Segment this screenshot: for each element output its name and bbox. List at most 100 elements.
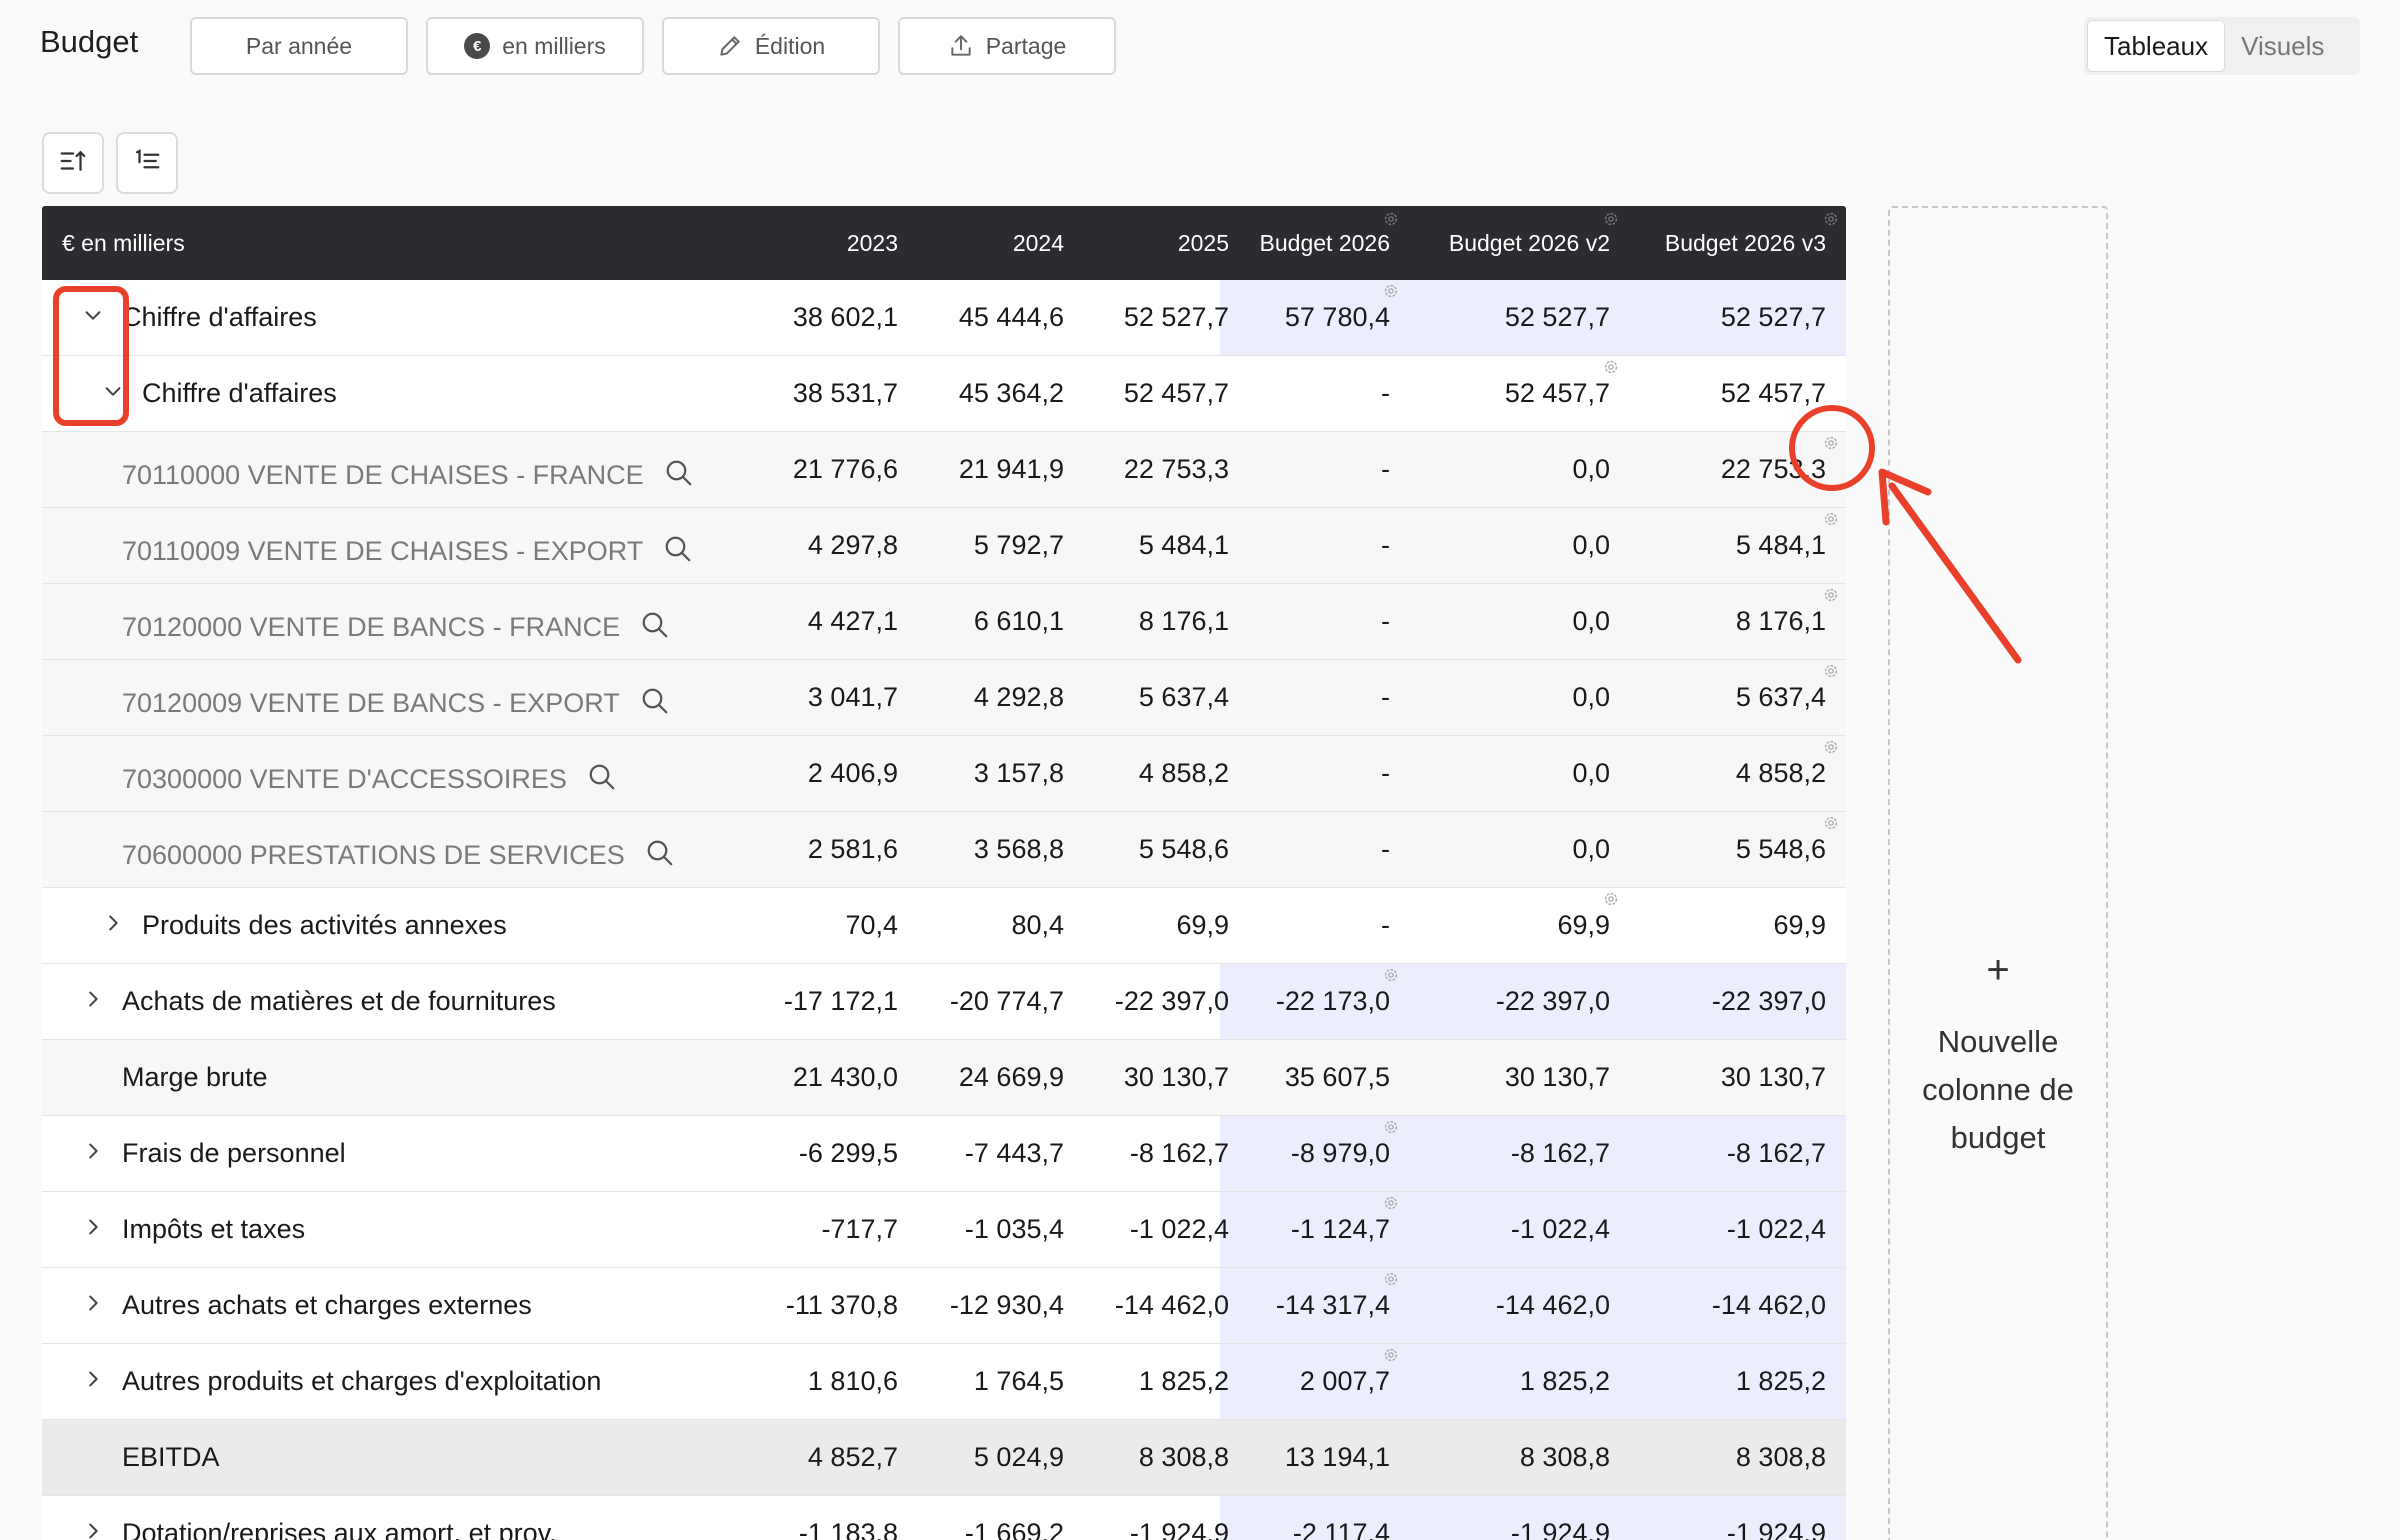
gear-icon[interactable] <box>1602 358 1620 376</box>
tab-visuals[interactable]: Visuels <box>2225 20 2340 72</box>
column-header-2025[interactable]: 2025 <box>1178 230 1229 257</box>
gear-icon[interactable] <box>1382 1194 1400 1212</box>
share-button[interactable]: Partage <box>898 17 1116 75</box>
chevron-right-icon[interactable] <box>78 1288 108 1318</box>
table-cell[interactable]: 5 637,4 <box>1736 682 1826 713</box>
search-icon[interactable] <box>640 610 670 647</box>
gear-icon[interactable] <box>1382 210 1400 228</box>
table-cell[interactable]: 52 527,7 <box>1721 302 1826 333</box>
gear-icon[interactable] <box>1602 210 1620 228</box>
table-cell[interactable]: 5 484,1 <box>1736 530 1826 561</box>
table-cell[interactable]: 0,0 <box>1572 454 1610 485</box>
gear-icon[interactable] <box>1822 434 1840 452</box>
table-cell[interactable]: 0,0 <box>1572 758 1610 789</box>
table-row[interactable]: Produits des activités annexes 70,4 80,4 69… <box>42 888 1846 964</box>
table-row[interactable]: Chiffre d'affaires 38 602,1 45 444,6 52 527… <box>42 280 1846 356</box>
column-header-budget-2026-v3[interactable]: Budget 2026 v3 <box>1665 230 1826 257</box>
table-cell[interactable]: 4 858,2 <box>1736 758 1826 789</box>
table-cell[interactable]: 1 825,2 <box>1736 1366 1826 1397</box>
table-cell[interactable]: -1 022,4 <box>1511 1214 1610 1245</box>
table-cell[interactable]: 30 130,7 <box>1721 1062 1826 1093</box>
table-cell[interactable]: -1 022,4 <box>1727 1214 1826 1245</box>
gear-icon[interactable] <box>1822 210 1840 228</box>
table-cell[interactable]: 52 457,7 <box>1505 378 1610 409</box>
table-cell[interactable]: 2 007,7 <box>1300 1366 1390 1397</box>
tab-tables[interactable]: Tableaux <box>2087 20 2226 72</box>
table-cell[interactable]: -14 462,0 <box>1712 1290 1826 1321</box>
search-icon[interactable] <box>663 534 693 571</box>
table-cell[interactable]: - <box>1381 910 1390 941</box>
sort-numbered-button[interactable] <box>116 132 178 194</box>
table-cell[interactable]: - <box>1381 454 1390 485</box>
table-cell[interactable]: 69,9 <box>1773 910 1826 941</box>
table-cell[interactable]: -22 397,0 <box>1712 986 1826 1017</box>
gear-icon[interactable] <box>1822 510 1840 528</box>
table-row[interactable]: Autres produits et charges d'exploitatio… <box>42 1344 1846 1420</box>
table-cell[interactable]: -1 924,9 <box>1511 1518 1610 1540</box>
table-cell[interactable]: 57 780,4 <box>1285 302 1390 333</box>
table-cell[interactable]: -8 162,7 <box>1511 1138 1610 1169</box>
search-icon[interactable] <box>587 762 617 799</box>
table-cell[interactable]: 8 176,1 <box>1736 606 1826 637</box>
new-budget-column-button[interactable]: + Nouvelle colonne de budget <box>1888 206 2108 1540</box>
table-cell[interactable]: 52 457,7 <box>1721 378 1826 409</box>
table-cell[interactable]: 0,0 <box>1572 682 1610 713</box>
table-row[interactable]: Frais de personnel -6 299,5 -7 443,7 -8 162… <box>42 1116 1846 1192</box>
table-cell[interactable]: 0,0 <box>1572 530 1610 561</box>
table-cell[interactable]: 1 825,2 <box>1520 1366 1610 1397</box>
table-cell[interactable]: -1 924,9 <box>1727 1518 1826 1540</box>
sort-desc-button[interactable] <box>42 132 104 194</box>
table-cell[interactable]: - <box>1381 834 1390 865</box>
table-cell[interactable]: -22 397,0 <box>1496 986 1610 1017</box>
table-cell[interactable]: -1 124,7 <box>1291 1214 1390 1245</box>
gear-icon[interactable] <box>1822 814 1840 832</box>
table-cell[interactable]: 5 548,6 <box>1736 834 1826 865</box>
column-header-budget-2026-v2[interactable]: Budget 2026 v2 <box>1449 230 1610 257</box>
gear-icon[interactable] <box>1822 586 1840 604</box>
table-cell[interactable]: -14 462,0 <box>1496 1290 1610 1321</box>
table-cell[interactable]: -2 117,4 <box>1293 1518 1390 1540</box>
table-cell[interactable]: -14 317,4 <box>1276 1290 1390 1321</box>
chevron-right-icon[interactable] <box>78 1136 108 1166</box>
table-cell[interactable]: -8 979,0 <box>1291 1138 1390 1169</box>
chevron-right-icon[interactable] <box>78 1516 108 1540</box>
gear-icon[interactable] <box>1822 662 1840 680</box>
gear-icon[interactable] <box>1382 282 1400 300</box>
chevron-down-icon[interactable] <box>98 376 128 406</box>
table-row[interactable]: Autres achats et charges externes -11 370… <box>42 1268 1846 1344</box>
table-cell[interactable]: - <box>1381 682 1390 713</box>
table-cell[interactable]: -8 162,7 <box>1727 1138 1826 1169</box>
gear-icon[interactable] <box>1382 1118 1400 1136</box>
table-cell[interactable]: - <box>1381 378 1390 409</box>
column-header-2024[interactable]: 2024 <box>1013 230 1064 257</box>
table-row[interactable]: Dotation/reprises aux amort. et prov. -1 … <box>42 1496 1846 1540</box>
gear-icon[interactable] <box>1602 890 1620 908</box>
table-row[interactable]: Achats de matières et de fournitures -17 … <box>42 964 1846 1040</box>
table-cell[interactable]: -22 173,0 <box>1276 986 1390 1017</box>
column-header-2023[interactable]: 2023 <box>847 230 898 257</box>
chevron-right-icon[interactable] <box>78 1212 108 1242</box>
table-cell[interactable]: - <box>1381 606 1390 637</box>
gear-icon[interactable] <box>1382 1346 1400 1364</box>
table-cell[interactable]: 8 308,8 <box>1520 1442 1610 1473</box>
gear-icon[interactable] <box>1382 966 1400 984</box>
column-header-budget-2026[interactable]: Budget 2026 <box>1260 230 1390 257</box>
chevron-right-icon[interactable] <box>78 984 108 1014</box>
table-row[interactable]: Impôts et taxes -717,7 -1 035,4 -1 022,4 -1 … <box>42 1192 1846 1268</box>
search-icon[interactable] <box>645 838 675 875</box>
per-year-button[interactable]: Par année <box>190 17 408 75</box>
gear-icon[interactable] <box>1382 1270 1400 1288</box>
table-cell[interactable]: 8 308,8 <box>1736 1442 1826 1473</box>
search-icon[interactable] <box>664 458 694 495</box>
chevron-right-icon[interactable] <box>98 908 128 938</box>
table-row[interactable]: Chiffre d'affaires 38 531,7 45 364,2 52 457… <box>42 356 1846 432</box>
table-cell[interactable]: 52 527,7 <box>1505 302 1610 333</box>
search-icon[interactable] <box>640 686 670 723</box>
table-cell[interactable]: - <box>1381 530 1390 561</box>
gear-icon[interactable] <box>1822 738 1840 756</box>
table-cell[interactable]: - <box>1381 758 1390 789</box>
table-cell[interactable]: 0,0 <box>1572 834 1610 865</box>
chevron-down-icon[interactable] <box>78 300 108 330</box>
table-cell[interactable]: 0,0 <box>1572 606 1610 637</box>
units-button[interactable]: € en milliers <box>426 17 644 75</box>
